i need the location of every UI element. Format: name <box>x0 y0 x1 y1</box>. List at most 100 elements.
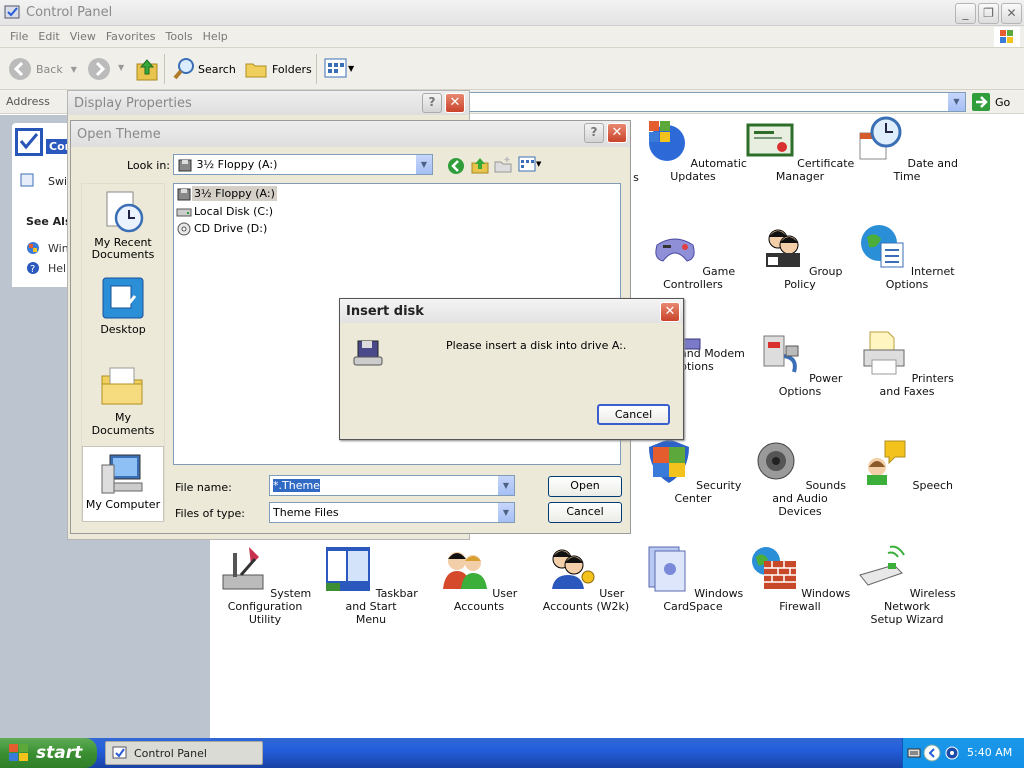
up-folder-button[interactable] <box>135 56 159 82</box>
printer-icon <box>863 331 905 375</box>
floppy-drive-icon <box>177 188 191 200</box>
cp-item-group-policy[interactable]: Group Policy <box>745 223 855 291</box>
cp-item-game-controllers[interactable]: Game Controllers <box>638 223 748 291</box>
file-item-floppy[interactable]: 3½ Floppy (A:) <box>176 186 277 201</box>
place-desktop[interactable]: Desktop <box>82 276 164 350</box>
maximize-button[interactable]: ❐ <box>978 3 999 24</box>
new-folder-icon[interactable] <box>494 156 512 174</box>
cp-item-wireless-network[interactable]: Wireless Network Setup Wizard <box>852 545 962 626</box>
see-also-windows-update[interactable]: Win <box>48 242 69 255</box>
floppy-disk-icon <box>353 340 383 366</box>
back-button[interactable]: Back ▼ <box>8 57 77 81</box>
file-name-dropdown-icon[interactable]: ▼ <box>497 476 514 495</box>
windows-flag-globe-icon <box>649 121 686 161</box>
cp-item-automatic-updates[interactable]: Automatic Updates <box>638 115 748 183</box>
address-dropdown-icon[interactable]: ▼ <box>948 93 965 111</box>
recent-documents-icon <box>106 191 144 233</box>
cp-item-taskbar-and-start[interactable]: Taskbar and Start Menu <box>316 545 426 626</box>
cp-item-windows-firewall[interactable]: Windows Firewall <box>745 545 855 613</box>
system-tray: 5:40 AM <box>902 738 1024 768</box>
up-one-level-icon[interactable] <box>471 156 489 174</box>
insert-disk-cancel-button[interactable]: Cancel <box>597 404 670 425</box>
wireless-icon <box>859 545 906 586</box>
insert-disk-close-button[interactable]: ✕ <box>660 302 680 322</box>
menu-bar: File Edit View Favorites Tools Help <box>0 26 1024 48</box>
forward-dropdown-icon[interactable]: ▼ <box>118 63 124 72</box>
forward-button[interactable] <box>87 57 111 81</box>
hard-disk-icon <box>176 208 192 216</box>
clock-calendar-icon <box>859 116 902 160</box>
show-hidden-icons-button[interactable] <box>923 744 941 762</box>
switch-view-link[interactable]: Swi <box>48 175 67 188</box>
file-type-select[interactable]: Theme Files ▼ <box>269 502 515 523</box>
switch-view-icon <box>20 173 34 187</box>
place-my-documents[interactable]: My Documents <box>82 362 164 437</box>
speaker-icon <box>757 442 795 480</box>
close-button[interactable]: ✕ <box>1001 3 1022 24</box>
cp-item-windows-cardspace[interactable]: Windows CardSpace <box>638 545 748 613</box>
file-item-cd-drive[interactable]: CD Drive (D:) <box>176 221 269 236</box>
users-icon <box>442 552 487 589</box>
desktop-icon <box>102 277 144 319</box>
place-my-recent-documents[interactable]: My Recent Documents <box>82 184 164 268</box>
look-in-select[interactable]: 3½ Floppy (A:) ▼ <box>173 154 433 175</box>
file-name-input[interactable]: *.Theme ▼ <box>269 475 515 496</box>
cp-item-sounds-and-audio[interactable]: Sounds and Audio Devices <box>745 437 855 518</box>
cp-item-security-center[interactable]: Security Center <box>638 437 748 505</box>
clock[interactable]: 5:40 AM <box>967 746 1012 759</box>
open-theme-titlebar[interactable]: Open Theme <box>71 121 630 147</box>
cp-item-internet-options[interactable]: Internet Options <box>852 223 962 291</box>
group-policy-icon <box>765 229 800 267</box>
cp-item-speech[interactable]: Speech <box>852 437 962 492</box>
file-type-dropdown-icon[interactable]: ▼ <box>497 503 514 522</box>
open-theme-cancel-button[interactable]: Cancel <box>548 502 622 523</box>
file-item-local-disk[interactable]: Local Disk (C:) <box>176 204 275 219</box>
insert-disk-titlebar[interactable]: Insert disk <box>340 299 683 323</box>
tray-status-icon[interactable] <box>945 746 959 760</box>
back-dropdown-icon[interactable]: ▼ <box>71 65 77 74</box>
certificate-icon <box>746 123 794 157</box>
menu-file[interactable]: File <box>10 30 28 43</box>
cp-item-power-options[interactable]: Power Options <box>745 330 855 398</box>
cp-item-user-accounts-w2k[interactable]: User Accounts (W2k) <box>531 545 641 613</box>
menu-help[interactable]: Help <box>203 30 228 43</box>
window-title: Control Panel <box>26 5 113 20</box>
globe-document-icon <box>861 225 904 268</box>
open-theme-help-button[interactable]: ? <box>584 123 604 143</box>
display-properties-close-button[interactable]: ✕ <box>445 93 465 113</box>
minimize-button[interactable]: _ <box>955 3 976 24</box>
cp-item-system-configuration[interactable]: System Configuration Utility <box>210 545 320 626</box>
toolbar: Back ▼ ▼ Search Folders ▼ <box>0 48 1024 90</box>
taskbar-item-control-panel[interactable]: Control Panel <box>105 741 263 765</box>
cp-item-printers-and-faxes[interactable]: Printers and Faxes <box>852 330 962 398</box>
cp-item-date-and-time[interactable]: Date and Time <box>852 115 962 183</box>
places-bar: My Recent Documents Desktop My Documents… <box>81 183 165 522</box>
menu-favorites[interactable]: Favorites <box>106 30 156 43</box>
search-button[interactable]: Search <box>172 57 236 81</box>
users-key-icon <box>551 549 595 589</box>
view-menu-button[interactable]: ▼ <box>518 156 541 172</box>
menu-tools[interactable]: Tools <box>166 30 193 43</box>
address-input[interactable]: ▼ <box>466 92 966 112</box>
control-panel-titlebar[interactable]: Control Panel _ ❐ ✕ <box>0 0 1024 26</box>
display-properties-titlebar[interactable]: Display Properties <box>68 91 469 115</box>
keyboard-icon[interactable] <box>907 746 921 760</box>
go-button[interactable]: Go <box>972 93 1010 111</box>
views-button[interactable]: ▼ <box>324 57 354 79</box>
menu-edit[interactable]: Edit <box>38 30 59 43</box>
firewall-icon <box>751 547 796 589</box>
windows-update-icon <box>27 242 39 254</box>
cp-item-user-accounts[interactable]: User Accounts <box>424 545 534 613</box>
cp-item-certificate-manager[interactable]: Certificate Manager <box>745 115 855 183</box>
look-in-dropdown-icon[interactable]: ▼ <box>415 155 432 174</box>
nav-back-icon[interactable] <box>447 157 465 175</box>
open-button[interactable]: Open <box>548 476 622 497</box>
taskbar-icon <box>326 547 371 591</box>
cp-item-phone-and-modem[interactable]: and Modem ptions <box>680 338 750 373</box>
open-theme-close-button[interactable]: ✕ <box>607 123 627 143</box>
folders-button[interactable]: Folders <box>244 57 312 81</box>
place-my-computer[interactable]: My Computer <box>82 446 164 522</box>
menu-view[interactable]: View <box>70 30 96 43</box>
start-button[interactable]: start <box>0 738 97 768</box>
display-properties-help-button[interactable]: ? <box>422 93 442 113</box>
